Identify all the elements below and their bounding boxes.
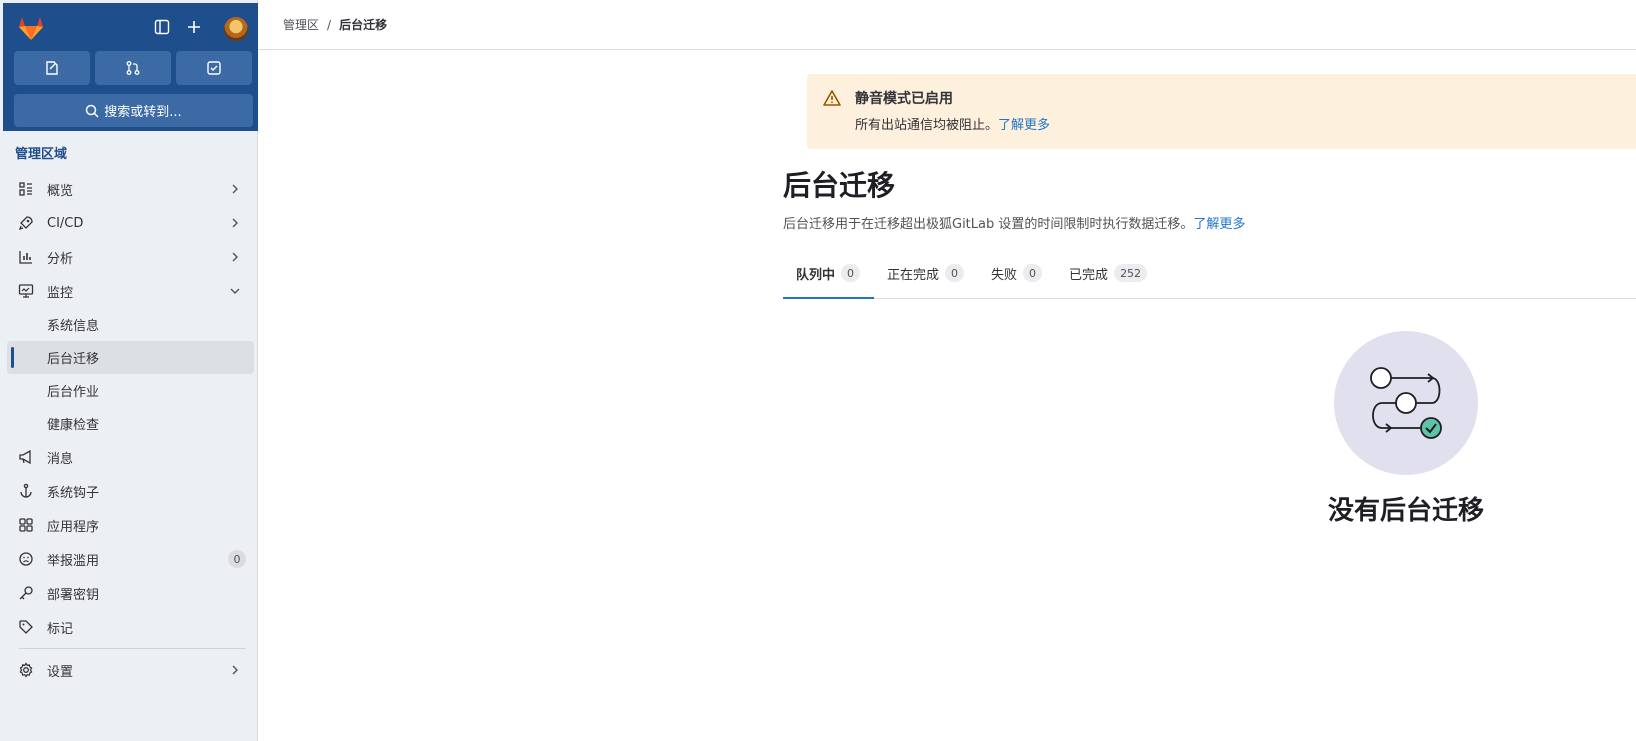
silent-mode-alert: 静音模式已启用 所有出站通信均被阻止。了解更多 xyxy=(807,74,1636,149)
sidebar-item-applications[interactable]: 应用程序 xyxy=(7,508,254,542)
alert-learn-more-link[interactable]: 了解更多 xyxy=(998,118,1050,133)
warning-icon xyxy=(823,90,841,106)
tab-queued[interactable]: 队列中 0 xyxy=(783,257,875,299)
breadcrumb-current: 后台迁移 xyxy=(339,18,388,32)
page-description: 后台迁移用于在迁移超出极狐GitLab 设置的时间限制时执行数据迁移。了解更多 xyxy=(783,213,1245,232)
tab-failed[interactable]: 失败 0 xyxy=(978,257,1056,299)
sidebar-item-label: 系统钩子 xyxy=(47,485,100,501)
key-icon xyxy=(18,585,34,601)
sidebar-item-messages[interactable]: 消息 xyxy=(7,440,254,474)
tab-count-badge: 0 xyxy=(841,264,861,282)
sidebar-item-monitoring[interactable]: 监控 xyxy=(7,274,254,308)
gear-icon xyxy=(18,662,34,678)
megaphone-icon xyxy=(18,449,34,465)
issues-button[interactable] xyxy=(14,51,90,85)
sidebar-section-title: 管理区域 xyxy=(15,147,68,162)
todos-button[interactable] xyxy=(176,51,252,85)
sidebar-subitem-system-info[interactable]: 系统信息 xyxy=(7,308,254,341)
empty-state-title: 没有后台迁移 xyxy=(1327,496,1484,526)
alert-body: 所有出站通信均被阻止。了解更多 xyxy=(855,114,1050,133)
sidebar-toggle-icon[interactable] xyxy=(151,16,173,38)
sidebar-item-label: 后台作业 xyxy=(47,385,100,400)
migration-flow-icon xyxy=(1370,367,1442,439)
tab-count-badge: 0 xyxy=(945,264,965,282)
sidebar-item-label: 设置 xyxy=(47,664,74,680)
chevron-right-icon xyxy=(232,665,238,675)
tab-finalizing[interactable]: 正在完成 0 xyxy=(874,257,978,299)
sidebar-item-label: 部署密钥 xyxy=(47,587,100,603)
learn-more-link[interactable]: 了解更多 xyxy=(1193,217,1245,232)
sidebar-item-settings[interactable]: 设置 xyxy=(7,653,254,687)
sidebar-item-deploy-keys[interactable]: 部署密钥 xyxy=(7,576,254,610)
gitlab-logo-icon[interactable] xyxy=(16,13,46,43)
tab-label: 失败 xyxy=(991,268,1018,283)
empty-state-illustration xyxy=(1334,331,1478,475)
sidebar-item-label: 健康检查 xyxy=(47,418,100,433)
monitor-icon xyxy=(18,283,34,299)
sidebar-item-label: 消息 xyxy=(47,451,74,467)
tab-label: 正在完成 xyxy=(887,268,940,283)
rocket-icon xyxy=(18,215,34,231)
merge-requests-button[interactable] xyxy=(95,51,171,85)
sidebar-item-label: 标记 xyxy=(47,621,74,637)
breadcrumb: 管理区 / 后台迁移 xyxy=(258,0,1636,50)
sidebar-nav: 概览 CI/CD 分析 监控 系统信息 后台迁移 后台作业 健康检查 消息 系统… xyxy=(7,172,254,687)
sidebar-item-label: 后台迁移 xyxy=(47,352,100,367)
shortcut-bar xyxy=(14,51,252,85)
search-button[interactable]: 搜索或转到... xyxy=(14,94,253,127)
tab-finished[interactable]: 已完成 252 xyxy=(1056,257,1161,299)
breadcrumb-separator: / xyxy=(327,17,332,32)
app: 搜索或转到... 管理区域 概览 CI/CD 分析 监控 系统信息 后台迁移 后… xyxy=(0,0,1636,741)
chevron-right-icon xyxy=(232,252,238,262)
sidebar-item-cicd[interactable]: CI/CD xyxy=(7,206,254,240)
plus-icon[interactable] xyxy=(183,16,205,38)
alert-message: 所有出站通信均被阻止。 xyxy=(855,118,999,133)
tab-count-badge: 252 xyxy=(1114,264,1148,282)
overview-icon xyxy=(18,181,34,197)
sidebar-item-overview[interactable]: 概览 xyxy=(7,172,254,206)
tab-label: 已完成 xyxy=(1069,268,1109,283)
label-icon xyxy=(18,619,34,635)
page-description-text: 后台迁移用于在迁移超出极狐GitLab 设置的时间限制时执行数据迁移。 xyxy=(783,217,1194,232)
sidebar-subitem-health-check[interactable]: 健康检查 xyxy=(7,407,254,440)
apps-icon xyxy=(18,517,34,533)
sidebar-item-labels[interactable]: 标记 xyxy=(7,610,254,644)
sidebar-item-label: 概览 xyxy=(47,183,74,199)
page-title: 后台迁移 xyxy=(783,169,896,202)
chevron-right-icon xyxy=(232,184,238,194)
sidebar-item-label: CI/CD xyxy=(47,215,84,231)
issues-icon xyxy=(46,61,58,75)
sidebar: 搜索或转到... 管理区域 概览 CI/CD 分析 监控 系统信息 后台迁移 后… xyxy=(0,0,258,741)
chevron-right-icon xyxy=(232,218,238,228)
sidebar-item-label: 监控 xyxy=(47,285,74,301)
sidebar-item-label: 应用程序 xyxy=(47,519,100,535)
sidebar-item-label: 分析 xyxy=(47,251,74,267)
sidebar-item-label: 举报滥用 xyxy=(47,553,100,569)
avatar[interactable] xyxy=(224,17,248,41)
sidebar-subitem-background-jobs[interactable]: 后台作业 xyxy=(7,374,254,407)
alert-title: 静音模式已启用 xyxy=(855,91,953,107)
search-label: 搜索或转到... xyxy=(104,105,182,120)
migration-tabs: 队列中 0 正在完成 0 失败 0 已完成 252 xyxy=(783,257,1636,299)
anchor-icon xyxy=(18,483,34,499)
chevron-down-icon xyxy=(230,288,240,294)
breadcrumb-parent-link[interactable]: 管理区 xyxy=(283,16,319,33)
abuse-icon xyxy=(18,551,34,567)
sidebar-subitem-background-migrations[interactable]: 后台迁移 xyxy=(7,341,254,374)
merge-request-icon xyxy=(126,61,140,75)
chart-icon xyxy=(18,249,34,265)
sidebar-item-label: 系统信息 xyxy=(47,319,100,334)
tab-count-badge: 0 xyxy=(1023,264,1043,282)
sidebar-item-system-hooks[interactable]: 系统钩子 xyxy=(7,474,254,508)
abuse-count-badge: 0 xyxy=(228,550,246,568)
sidebar-item-analytics[interactable]: 分析 xyxy=(7,240,254,274)
todo-icon xyxy=(207,61,221,75)
tab-label: 队列中 xyxy=(796,268,836,283)
sidebar-header: 搜索或转到... xyxy=(3,3,258,131)
search-icon xyxy=(86,104,99,118)
sidebar-item-abuse-reports[interactable]: 举报滥用 0 xyxy=(7,542,254,576)
sidebar-divider xyxy=(19,648,246,649)
